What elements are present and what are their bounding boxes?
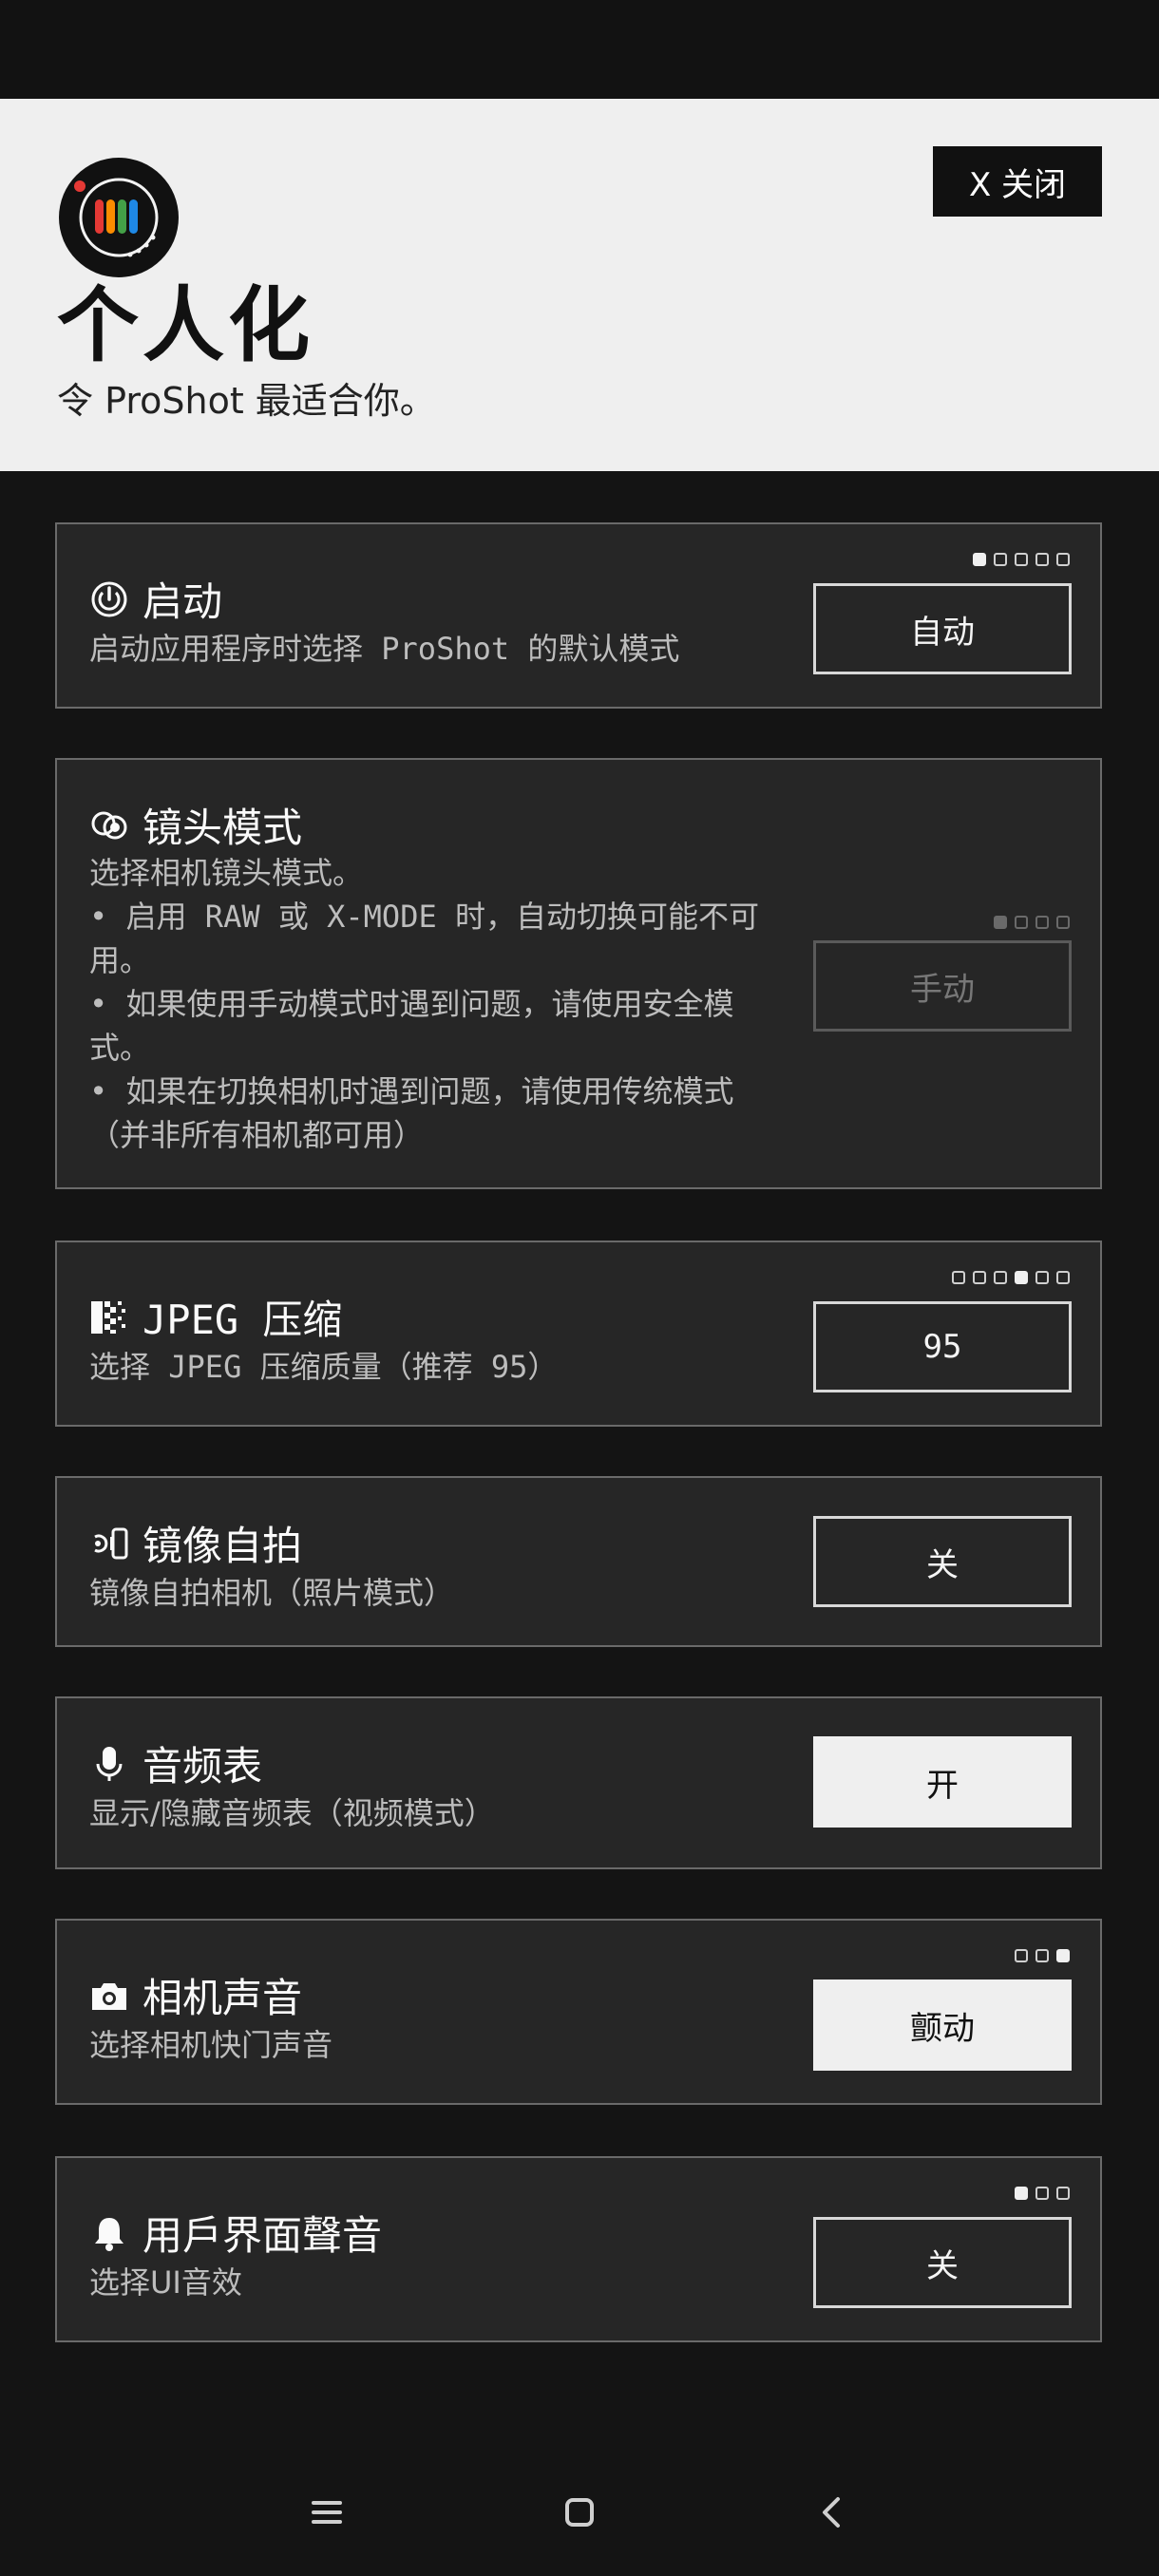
startup-mode-button[interactable]: 自动 bbox=[813, 583, 1072, 674]
setting-card-lens-mode: 镜头模式 选择相机镜头模式。 • 启用 RAW 或 X-MODE 时，自动切换可… bbox=[55, 758, 1102, 1189]
setting-card-mirror-selfie: 镜像自拍 镜像自拍相机（照片模式） 关 bbox=[55, 1476, 1102, 1647]
microphone-icon bbox=[89, 1744, 129, 1784]
setting-title: 启动 bbox=[142, 578, 223, 625]
setting-description: 选择相机快门声音 bbox=[89, 2027, 333, 2063]
page-indicator bbox=[1015, 2187, 1070, 2200]
status-bar bbox=[0, 0, 1159, 99]
setting-description: 镜像自拍相机（照片模式） bbox=[89, 1575, 455, 1611]
page-indicator bbox=[973, 553, 1070, 566]
bell-icon bbox=[89, 2213, 129, 2253]
close-button[interactable]: X 关闭 bbox=[933, 146, 1102, 217]
setting-description: 显示/隐藏音频表（视频模式） bbox=[89, 1795, 495, 1831]
ui-sound-button[interactable]: 关 bbox=[813, 2217, 1072, 2308]
setting-title-row: JPEG 压缩 bbox=[89, 1288, 342, 1346]
setting-description: 选择相机镜头模式。 • 启用 RAW 或 X-MODE 时，自动切换可能不可用。… bbox=[89, 851, 764, 1157]
back-icon[interactable] bbox=[794, 2479, 870, 2546]
system-navigation-bar bbox=[0, 2451, 1159, 2576]
description-line: • 如果使用手动模式时遇到问题，请使用安全模式。 bbox=[89, 986, 734, 1066]
description-line: • 如果在切换相机时遇到问题，请使用传统模式（并非所有相机都可用） bbox=[89, 1073, 734, 1153]
audio-meter-toggle[interactable]: 开 bbox=[813, 1736, 1072, 1828]
page-subtitle: 令 ProShot 最适合你。 bbox=[57, 380, 436, 422]
setting-card-camera-sound: 相机声音 选择相机快门声音 颤动 bbox=[55, 1919, 1102, 2105]
camera-icon bbox=[89, 1976, 129, 2016]
setting-description: 选择UI音效 bbox=[89, 2264, 242, 2301]
setting-card-ui-sound: 用戶界面聲音 选择UI音效 关 bbox=[55, 2156, 1102, 2342]
camera-lens-icon bbox=[89, 805, 129, 845]
setting-title: 镜像自拍 bbox=[142, 1523, 303, 1569]
setting-title-row: 镜头模式 bbox=[89, 796, 302, 854]
power-icon bbox=[89, 579, 129, 619]
setting-title: JPEG 压缩 bbox=[142, 1297, 343, 1343]
jpeg-quality-button[interactable]: 95 bbox=[813, 1301, 1072, 1392]
mirror-selfie-toggle[interactable]: 关 bbox=[813, 1516, 1072, 1607]
page-indicator bbox=[994, 916, 1070, 929]
setting-title-row: 音频表 bbox=[89, 1734, 262, 1792]
setting-description: 选择 JPEG 压缩质量（推荐 95） bbox=[89, 1349, 559, 1385]
lens-mode-button[interactable]: 手动 bbox=[813, 940, 1072, 1032]
header: 个人化 令 ProShot 最适合你。 X 关闭 bbox=[0, 99, 1159, 471]
page-title: 个人化 bbox=[57, 278, 314, 373]
home-icon[interactable] bbox=[542, 2479, 618, 2546]
jpeg-compression-icon bbox=[89, 1297, 129, 1337]
setting-card-startup: 启动 启动应用程序时选择 ProShot 的默认模式 自动 bbox=[55, 522, 1102, 709]
mirror-selfie-icon bbox=[89, 1524, 129, 1563]
description-line: 选择相机镜头模式。 bbox=[89, 855, 364, 891]
menu-icon[interactable] bbox=[289, 2479, 365, 2546]
setting-card-jpeg-compression: JPEG 压缩 选择 JPEG 压缩质量（推荐 95） 95 bbox=[55, 1241, 1102, 1427]
setting-title-row: 用戶界面聲音 bbox=[89, 2204, 382, 2262]
setting-title: 用戶界面聲音 bbox=[142, 2212, 383, 2259]
proshot-logo bbox=[59, 158, 179, 277]
description-line: • 启用 RAW 或 X-MODE 时，自动切换可能不可用。 bbox=[89, 899, 759, 978]
camera-sound-button[interactable]: 颤动 bbox=[813, 1979, 1072, 2071]
setting-title-row: 启动 bbox=[89, 570, 222, 628]
page-indicator bbox=[952, 1271, 1070, 1284]
setting-title: 镜头模式 bbox=[142, 805, 303, 851]
setting-title-row: 相机声音 bbox=[89, 1966, 302, 2024]
page-indicator bbox=[1015, 1949, 1070, 1962]
setting-title: 音频表 bbox=[142, 1743, 263, 1790]
setting-title: 相机声音 bbox=[142, 1975, 303, 2021]
setting-card-audio-meter: 音频表 显示/隐藏音频表（视频模式） 开 bbox=[55, 1696, 1102, 1869]
setting-title-row: 镜像自拍 bbox=[89, 1514, 302, 1572]
setting-description: 启动应用程序时选择 ProShot 的默认模式 bbox=[89, 631, 680, 667]
